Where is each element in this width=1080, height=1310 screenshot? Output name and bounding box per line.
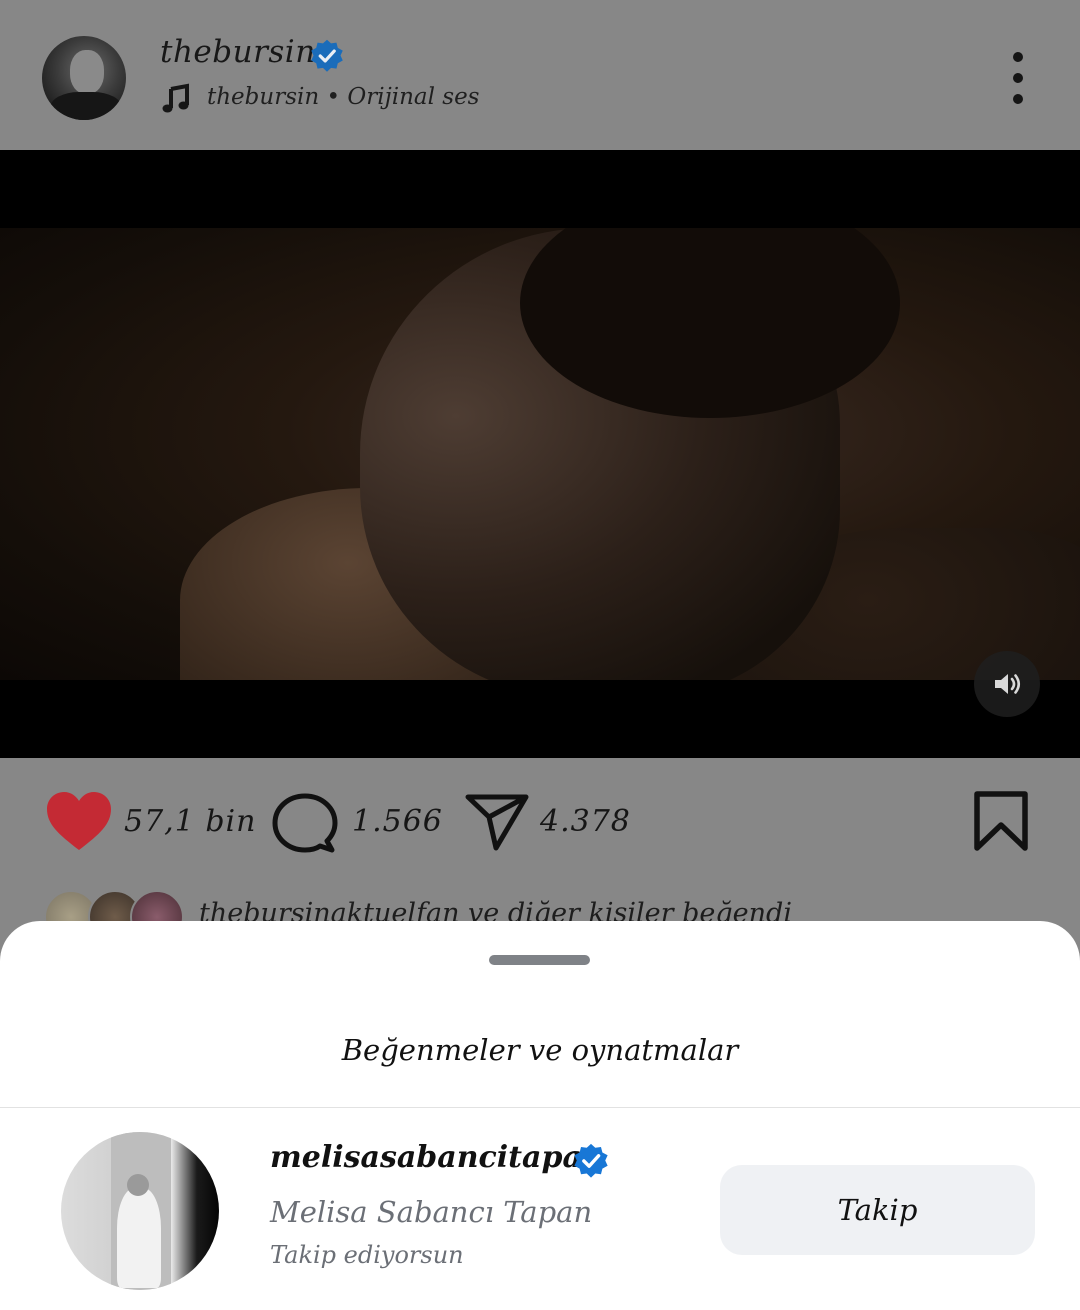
- share-count[interactable]: 4.378: [540, 804, 631, 839]
- audio-user: thebursin: [207, 84, 320, 110]
- like-count[interactable]: 57,1 bin: [124, 804, 256, 839]
- liker-full-name: Melisa Sabancı Tapan: [270, 1195, 593, 1229]
- likes-bottom-sheet: Beğenmeler ve oynatmalar melisasabancita…: [0, 921, 1080, 1310]
- liker-username[interactable]: melisasabancitapan: [270, 1140, 604, 1175]
- video-player[interactable]: [0, 150, 1080, 758]
- comment-icon[interactable]: [272, 792, 338, 856]
- audio-separator: •: [326, 84, 341, 110]
- post-header: thebursin thebursin • Orijinal ses: [0, 0, 1080, 150]
- author-avatar[interactable]: [42, 36, 126, 120]
- author-username[interactable]: thebursin: [160, 34, 316, 70]
- comment-count[interactable]: 1.566: [352, 804, 443, 839]
- follow-button[interactable]: Takip: [720, 1165, 1035, 1255]
- follow-status: Takip ediyorsun: [270, 1241, 464, 1269]
- audio-link[interactable]: thebursin • Orijinal ses: [207, 84, 479, 110]
- audio-name: Orijinal ses: [347, 84, 480, 110]
- post-actions: 57,1 bin 1.566 4.378: [0, 758, 1080, 898]
- more-vertical-icon[interactable]: [1000, 52, 1036, 104]
- volume-button[interactable]: [974, 651, 1040, 717]
- video-frame: [0, 228, 1080, 680]
- verified-badge-icon: [311, 39, 343, 72]
- screen: thebursin thebursin • Orijinal ses 57,1 …: [0, 0, 1080, 1310]
- heart-icon[interactable]: [44, 790, 114, 854]
- bookmark-icon[interactable]: [972, 790, 1030, 852]
- sheet-title: Beğenmeler ve oynatmalar: [341, 1033, 739, 1067]
- share-icon[interactable]: [464, 792, 530, 852]
- volume-icon: [995, 674, 1021, 694]
- list-item[interactable]: melisasabancitapan Melisa Sabancı Tapan …: [0, 1108, 1080, 1310]
- avatar[interactable]: [61, 1132, 219, 1290]
- verified-badge-icon: [574, 1143, 608, 1178]
- music-note-icon: [162, 83, 189, 113]
- drag-handle[interactable]: [489, 955, 590, 965]
